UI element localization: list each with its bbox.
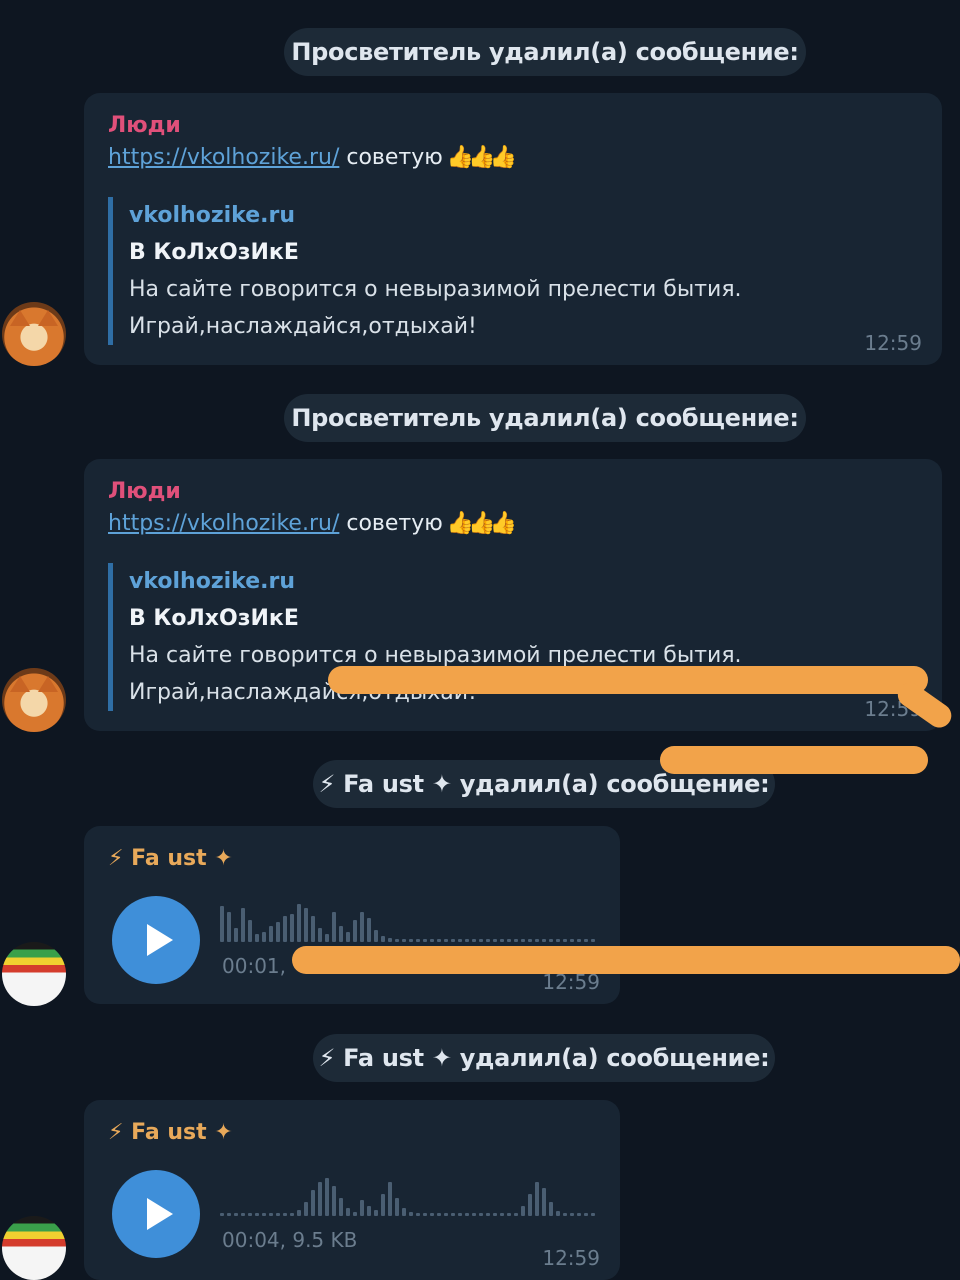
message-link[interactable]: https://vkolhozike.ru/ xyxy=(108,145,339,170)
thumbs-up-emoji: 👍👍👍 xyxy=(446,511,517,536)
message-link[interactable]: https://vkolhozike.ru/ xyxy=(108,511,339,536)
scribble-stroke xyxy=(660,746,928,774)
preview-title: В КоЛхОзИкЕ xyxy=(129,606,299,631)
voice-waveform[interactable] xyxy=(220,898,595,942)
service-message-deleted: Просветитель удалил(а) сообщение: xyxy=(284,394,806,442)
sender-name[interactable]: Люди xyxy=(108,479,181,504)
service-message-deleted: Просветитель удалил(а) сообщение: xyxy=(284,28,806,76)
thumbs-up-emoji: 👍👍👍 xyxy=(446,145,517,170)
preview-description-line: На сайте говорится о невыразимой прелест… xyxy=(129,277,742,302)
scribble-stroke xyxy=(292,946,960,974)
message-text: https://vkolhozike.ru/ советую 👍👍👍 xyxy=(108,511,517,536)
voice-waveform[interactable] xyxy=(220,1172,595,1216)
avatar-cat[interactable] xyxy=(2,302,66,366)
link-preview[interactable]: vkolhozike.ru В КоЛхОзИкЕ На сайте говор… xyxy=(108,197,742,345)
play-icon xyxy=(147,924,173,956)
sender-name[interactable]: Люди xyxy=(108,113,181,138)
voice-message-bubble[interactable]: ⚡ Fa ust ✦ 00:04, 9.5 KB 12:59 xyxy=(84,1100,620,1280)
message-bubble[interactable]: Люди https://vkolhozike.ru/ советую 👍👍👍 v… xyxy=(84,93,942,365)
preview-title: В КоЛхОзИкЕ xyxy=(129,240,299,265)
cat-ear xyxy=(38,676,58,692)
play-button[interactable] xyxy=(112,1170,200,1258)
message-time: 12:59 xyxy=(864,331,922,355)
scribble-stroke xyxy=(328,666,928,694)
chat-screen: { "colors": { "background": "#0e1621", "… xyxy=(0,0,960,1280)
voice-message-bubble[interactable]: ⚡ Fa ust ✦ 00:01, 12:59 xyxy=(84,826,620,1004)
sender-name[interactable]: ⚡ Fa ust ✦ xyxy=(108,1120,233,1145)
avatar-rasta[interactable] xyxy=(2,942,66,1006)
sender-name[interactable]: ⚡ Fa ust ✦ xyxy=(108,846,233,871)
preview-site-name: vkolhozike.ru xyxy=(129,569,295,594)
preview-description-line: Играй,наслаждайся,отдыхай! xyxy=(129,314,477,339)
message-body: советую xyxy=(346,145,443,170)
message-text: https://vkolhozike.ru/ советую 👍👍👍 xyxy=(108,145,517,170)
preview-site-name: vkolhozike.ru xyxy=(129,203,295,228)
cat-ear xyxy=(10,676,30,692)
play-button[interactable] xyxy=(112,896,200,984)
voice-duration: 00:01, xyxy=(222,954,286,978)
play-icon xyxy=(147,1198,173,1230)
avatar-rasta[interactable] xyxy=(2,1216,66,1280)
service-message-deleted: ⚡ Fa ust ✦ удалил(а) сообщение: xyxy=(313,1034,775,1082)
avatar-cat[interactable] xyxy=(2,668,66,732)
message-time: 12:59 xyxy=(542,1246,600,1270)
cat-ear xyxy=(38,310,58,326)
message-body: советую xyxy=(346,511,443,536)
cat-ear xyxy=(10,310,30,326)
voice-duration: 00:04, 9.5 KB xyxy=(222,1228,358,1252)
